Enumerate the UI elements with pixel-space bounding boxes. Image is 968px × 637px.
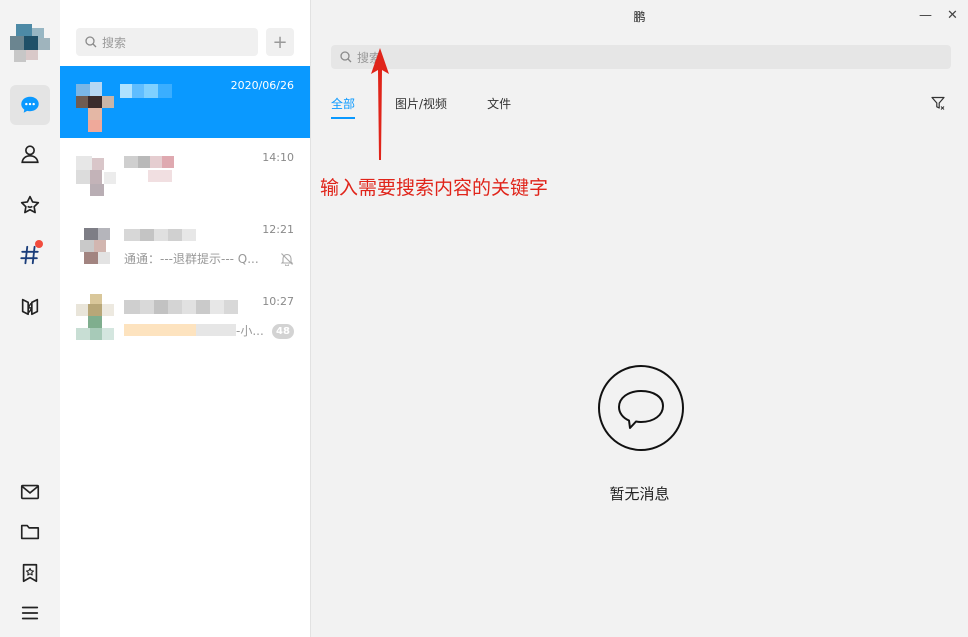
notification-dot <box>35 240 43 248</box>
message-search-input[interactable]: 搜索 <box>331 45 951 69</box>
mail-icon <box>20 484 40 500</box>
list-search-input[interactable]: 搜索 <box>76 28 258 56</box>
contacts-icon <box>21 145 39 164</box>
close-button[interactable]: ✕ <box>947 8 958 23</box>
bookmark-icon <box>22 563 38 583</box>
annotation-arrow-icon <box>371 48 389 160</box>
conversation-name <box>120 84 172 98</box>
collection-tab[interactable] <box>10 553 50 593</box>
minimize-button[interactable]: — <box>919 8 932 23</box>
tab-all[interactable]: 全部 <box>331 95 356 119</box>
tab-media[interactable]: 图片/视频 <box>395 95 447 119</box>
name-blur <box>148 170 172 182</box>
left-rail <box>0 0 60 637</box>
files-tab[interactable] <box>10 512 50 552</box>
add-button[interactable]: + <box>266 28 294 56</box>
conversation-avatar <box>76 222 124 270</box>
conversation-avatar <box>76 78 124 132</box>
conversation-item[interactable]: 14:10 <box>60 138 310 210</box>
menu-icon <box>21 606 39 620</box>
search-icon <box>85 36 97 48</box>
conversation-preview: -小... <box>236 324 264 338</box>
window-title: 鹏 <box>633 10 646 24</box>
filter-icon[interactable] <box>931 96 945 110</box>
conversation-name <box>124 229 196 243</box>
conversation-name <box>124 300 238 314</box>
moments-tab[interactable] <box>10 286 50 326</box>
favorites-tab[interactable] <box>10 185 50 225</box>
conversation-time: 12:21 <box>262 223 294 236</box>
contacts-tab[interactable] <box>10 134 50 174</box>
conversation-time: 10:27 <box>262 295 294 308</box>
user-avatar[interactable] <box>10 24 50 64</box>
tab-files[interactable]: 文件 <box>487 95 511 119</box>
conversation-preview: 通通：---退群提示--- Q... <box>124 252 259 266</box>
conversation-avatar <box>76 150 124 198</box>
conversation-item[interactable]: 12:21 通通：---退群提示--- Q... <box>60 210 310 282</box>
empty-state-text: 暂无消息 <box>609 485 670 503</box>
conversation-avatar <box>76 294 124 342</box>
star-icon <box>20 195 40 214</box>
chat-tab[interactable] <box>10 85 50 125</box>
chat-panel: 鹏 — ✕ 搜索 全部 图片/视频 文件 输入需要搜索内容的关键字 暂无消息 <box>310 0 968 637</box>
search-icon <box>340 51 352 63</box>
conversation-list: 搜索 + 2020/06/26 14:10 12:21 通通：---退群提示--… <box>60 0 310 637</box>
conversation-name <box>124 156 174 170</box>
list-search-placeholder: 搜索 <box>102 35 127 50</box>
moments-icon <box>21 298 39 316</box>
annotation-text: 输入需要搜索内容的关键字 <box>320 177 549 199</box>
conversation-item[interactable]: 2020/06/26 <box>60 66 310 138</box>
main-menu[interactable] <box>10 593 50 633</box>
mute-bell-icon <box>280 253 294 266</box>
mail-tab[interactable] <box>10 472 50 512</box>
folder-icon <box>20 524 40 540</box>
empty-chat-icon <box>598 365 684 451</box>
preview-blur <box>196 324 236 336</box>
conversation-item[interactable]: -小... 10:27 48 <box>60 282 310 354</box>
unread-badge: 48 <box>272 324 294 339</box>
chat-icon <box>21 96 39 113</box>
conversation-time: 2020/06/26 <box>230 79 294 92</box>
conversation-time: 14:10 <box>262 151 294 164</box>
channels-tab[interactable] <box>10 235 50 275</box>
filter-tabs: 全部 图片/视频 文件 <box>331 95 551 119</box>
preview-blur <box>124 324 196 336</box>
